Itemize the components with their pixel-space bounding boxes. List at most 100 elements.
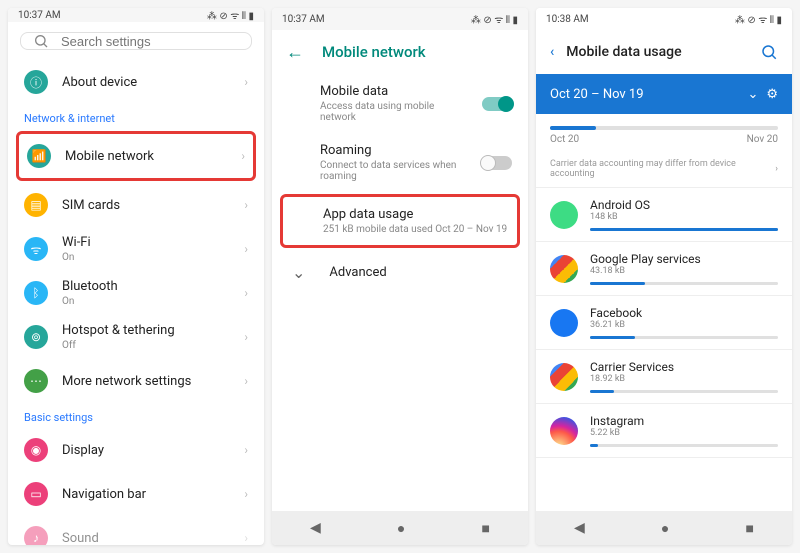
nav-buttons: ◀ ● ■ <box>536 511 792 545</box>
chevron-right-icon: › <box>244 75 248 89</box>
chevron-down-icon: ⌄ <box>292 263 305 282</box>
highlight-mobile-network: 📶 Mobile network › <box>16 131 256 181</box>
app-usage-bar <box>590 444 778 447</box>
advanced-row[interactable]: ⌄ Advanced <box>272 250 528 294</box>
sound-row[interactable]: ♪ Sound › <box>8 516 264 545</box>
roaming-row[interactable]: Roaming Connect to data services when roa… <box>272 133 528 192</box>
mobile-data-label: Mobile data <box>320 84 468 99</box>
search-input[interactable] <box>61 34 239 49</box>
sound-icon: ♪ <box>24 526 48 545</box>
app-name: Google Play services <box>590 252 778 266</box>
app-row[interactable]: Android OS 148 kB <box>536 188 792 241</box>
back-button[interactable]: ◀ <box>310 520 321 536</box>
search-icon[interactable] <box>760 43 778 61</box>
navbar-icon: ▭ <box>24 482 48 506</box>
app-size: 36.21 kB <box>590 320 778 330</box>
sim-cards-row[interactable]: ▤ SIM cards › <box>8 183 264 227</box>
search-icon <box>33 33 49 49</box>
about-label: About device <box>62 75 230 90</box>
app-usage-bar <box>590 228 778 231</box>
info-icon: ⓘ <box>24 70 48 94</box>
home-button[interactable]: ● <box>397 520 405 537</box>
app-row[interactable]: Instagram 5.22 kB <box>536 404 792 457</box>
wifi-icon: ᯤ <box>24 237 48 261</box>
mobile-network-label: Mobile network <box>65 149 227 164</box>
carrier-warning-row[interactable]: Carrier data accounting may differ from … <box>536 151 792 187</box>
advanced-label: Advanced <box>329 265 512 280</box>
app-name: Carrier Services <box>590 360 778 374</box>
settings-screen: 10:37 AM ⁂ ⊘ ᯤ ⫴ ▮ ⓘ About device › Netw… <box>8 8 264 545</box>
mobile-network-icon: 📶 <box>27 144 51 168</box>
app-list: Android OS 148 kB Google Play services 4… <box>536 188 792 458</box>
home-button[interactable]: ● <box>661 520 669 537</box>
mobile-data-row[interactable]: Mobile data Access data using mobile netw… <box>272 74 528 133</box>
carrier-warning: Carrier data accounting may differ from … <box>550 159 775 179</box>
status-time: 10:37 AM <box>282 14 325 25</box>
bt-label: Bluetooth <box>62 279 230 294</box>
chevron-right-icon: › <box>244 487 248 501</box>
app-row[interactable]: Facebook 36.21 kB <box>536 296 792 349</box>
mobile-data-sub: Access data using mobile network <box>320 101 468 123</box>
display-label: Display <box>62 443 230 458</box>
search-settings[interactable] <box>20 32 252 50</box>
display-icon: ◉ <box>24 438 48 462</box>
app-size: 148 kB <box>590 212 778 222</box>
navbar-row[interactable]: ▭ Navigation bar › <box>8 472 264 516</box>
back-button[interactable]: ◀ <box>574 520 585 536</box>
chevron-right-icon: › <box>244 531 248 545</box>
chevron-right-icon: › <box>775 164 778 174</box>
back-arrow-icon[interactable]: ‹ <box>550 44 554 60</box>
app-row[interactable]: Google Play services 43.18 kB <box>536 242 792 295</box>
gear-icon[interactable]: ⚙ <box>766 87 778 102</box>
status-time: 10:38 AM <box>546 14 589 25</box>
app-name: Facebook <box>590 306 778 320</box>
bluetooth-row[interactable]: ᛒ BluetoothOn › <box>8 271 264 315</box>
display-row[interactable]: ◉ Display › <box>8 428 264 472</box>
back-arrow-icon[interactable]: ← <box>286 42 304 63</box>
app-name: Android OS <box>590 198 778 212</box>
app-row[interactable]: Carrier Services 18.92 kB <box>536 350 792 403</box>
status-icons: ⁂ ⊘ ᯤ ⫴ ▮ <box>735 12 782 26</box>
sound-label: Sound <box>62 531 230 546</box>
status-time: 10:37 AM <box>18 10 61 21</box>
roaming-toggle[interactable] <box>482 156 512 170</box>
highlight-app-data-usage: App data usage251 kB mobile data used Oc… <box>280 194 520 248</box>
recent-button[interactable]: ■ <box>745 520 753 537</box>
bt-status: On <box>62 296 230 307</box>
chevron-right-icon: › <box>244 330 248 344</box>
chevron-right-icon: › <box>241 149 245 163</box>
app-usage-bar <box>590 390 778 393</box>
wifi-row[interactable]: ᯤ Wi-FiOn › <box>8 227 264 271</box>
app-name: Instagram <box>590 414 778 428</box>
divider <box>536 457 792 458</box>
mobile-network-row[interactable]: 📶 Mobile network › <box>19 134 253 178</box>
app-icon <box>550 417 578 445</box>
hotspot-row[interactable]: ⊚ Hotspot & tetheringOff › <box>8 315 264 359</box>
page-title: Mobile network <box>322 43 426 61</box>
status-icons: ⁂ ⊘ ᯤ ⫴ ▮ <box>471 12 518 26</box>
nav-buttons: ◀ ● ■ <box>272 511 528 545</box>
mobile-data-toggle[interactable] <box>482 97 512 111</box>
header: ‹ Mobile data usage <box>536 30 792 74</box>
section-network: Network & internet <box>8 104 264 129</box>
hotspot-label: Hotspot & tethering <box>62 323 230 338</box>
wifi-label: Wi-Fi <box>62 235 230 250</box>
roaming-sub: Connect to data services when roaming <box>320 160 468 182</box>
status-bar: 10:38 AM ⁂ ⊘ ᯤ ⫴ ▮ <box>536 8 792 30</box>
navbar-label: Navigation bar <box>62 487 230 502</box>
app-size: 18.92 kB <box>590 374 778 384</box>
app-size: 5.22 kB <box>590 428 778 438</box>
app-data-usage-row[interactable]: App data usage251 kB mobile data used Oc… <box>283 197 517 245</box>
more-network-row[interactable]: ⋯ More network settings › <box>8 359 264 403</box>
chevron-right-icon: › <box>244 198 248 212</box>
hotspot-icon: ⊚ <box>24 325 48 349</box>
bluetooth-icon: ᛒ <box>24 281 48 305</box>
about-device-row[interactable]: ⓘ About device › <box>8 60 264 104</box>
recent-button[interactable]: ■ <box>481 520 489 537</box>
app-icon <box>550 363 578 391</box>
chevron-down-icon[interactable]: ⌄ <box>747 87 758 102</box>
app-data-usage-sub: 251 kB mobile data used Oct 20 – Nov 19 <box>323 224 509 235</box>
app-icon <box>550 309 578 337</box>
roaming-label: Roaming <box>320 143 468 158</box>
date-range-bar[interactable]: Oct 20 – Nov 19 ⌄ ⚙ <box>536 74 792 114</box>
